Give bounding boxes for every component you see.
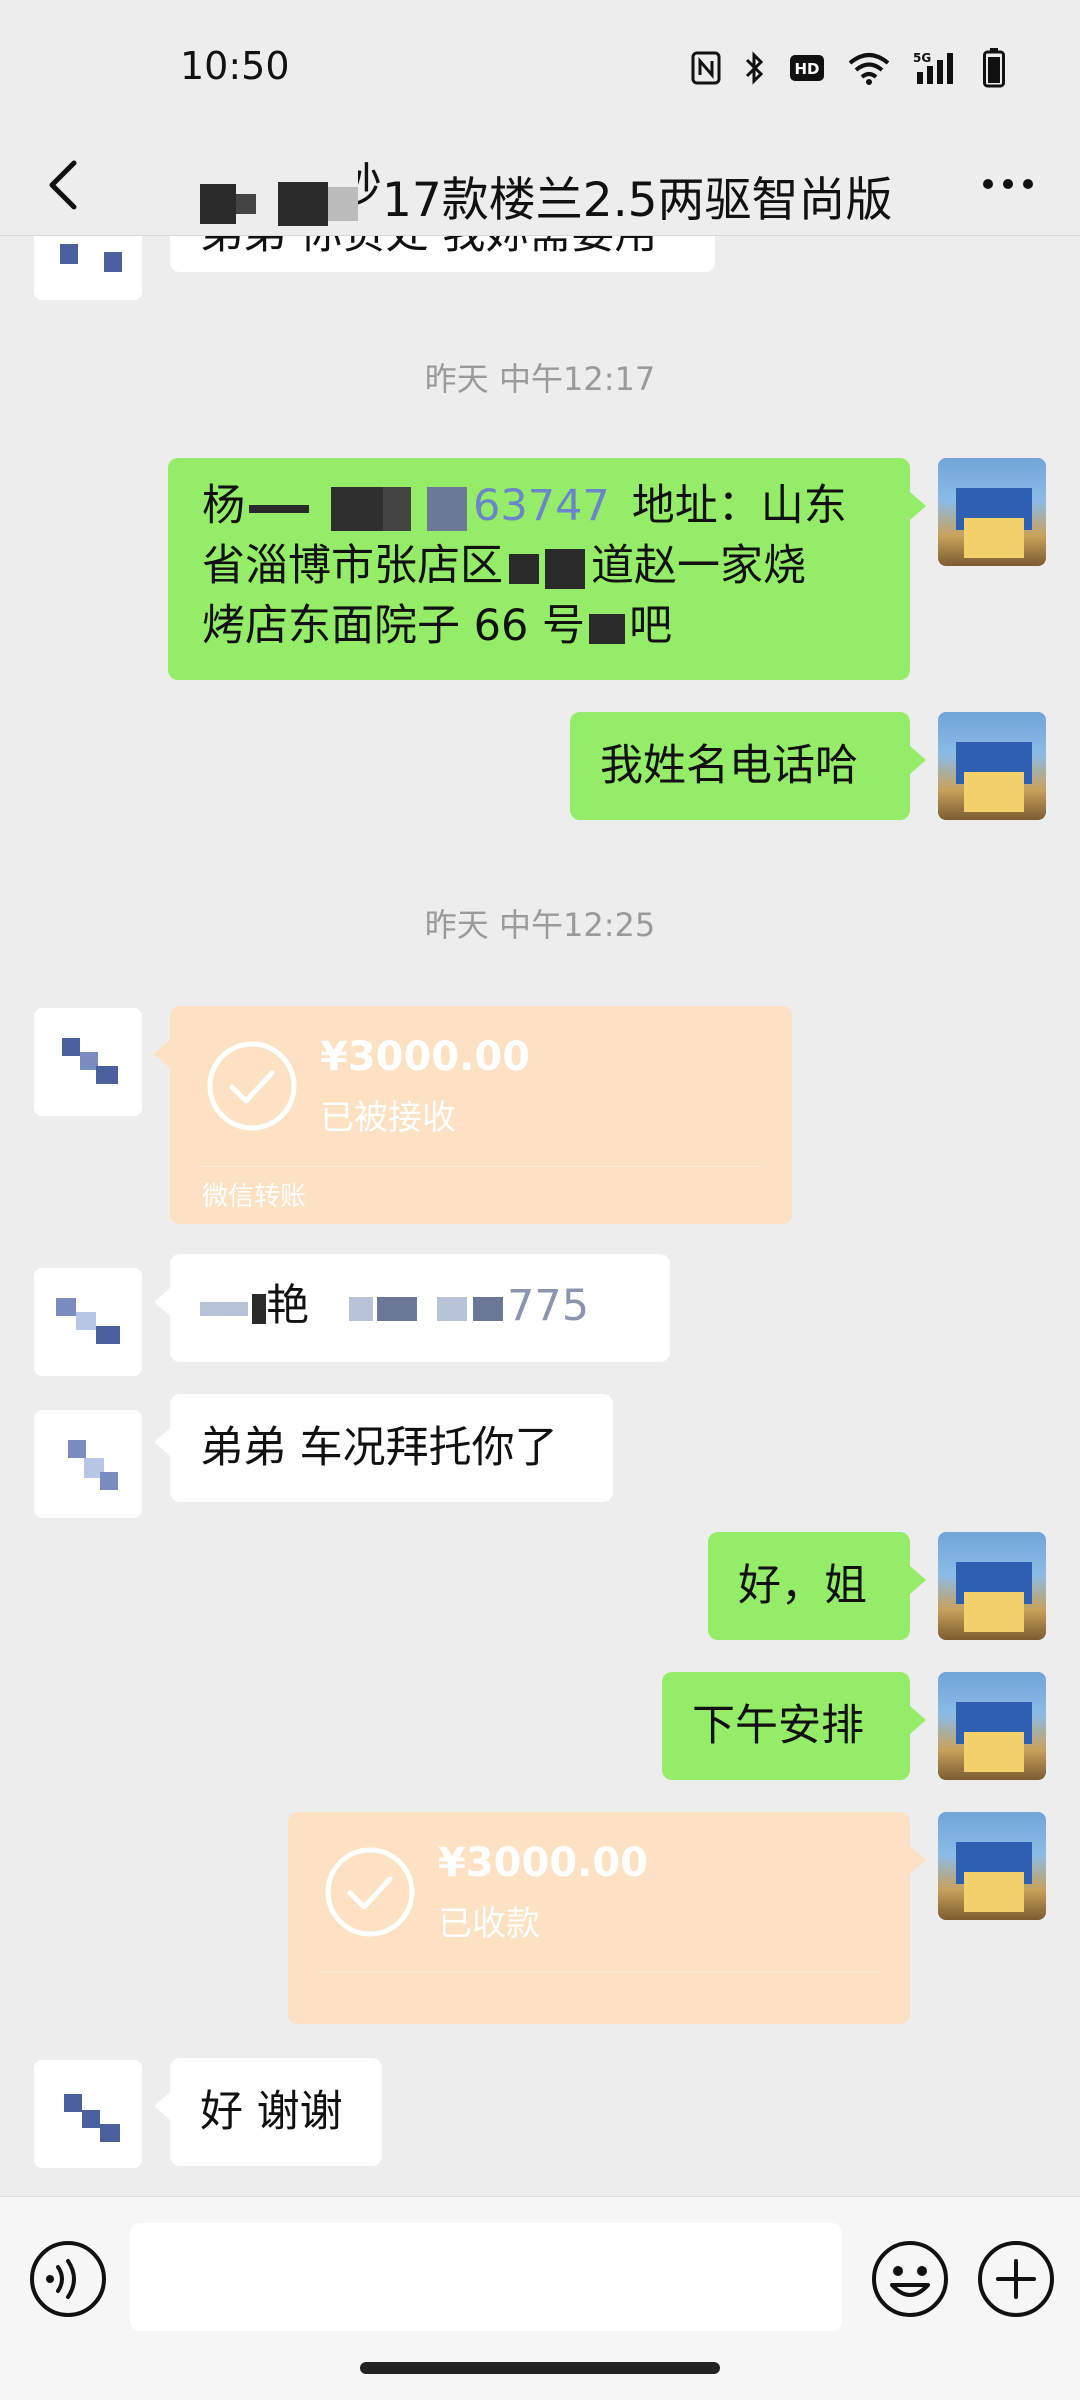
message-text: 省淄博市张店区 道赵一家烧 [202,536,876,596]
bluetooth-icon [745,51,764,85]
peer-avatar[interactable] [34,1268,142,1376]
timestamp: 昨天 中午12:25 [424,906,656,944]
redacted-block [509,553,539,584]
transfer-status: 已收款 [438,1904,540,1944]
status-icons: HD 5G [691,48,1005,88]
title-partial-char: 秒 [358,159,382,214]
self-avatar[interactable] [938,712,1046,820]
message-input[interactable] [130,2223,842,2331]
message-text-segment: 63747 [473,481,610,531]
message-text: 杨 63747 地址：山东 [202,476,876,536]
status-bar: 10:50 HD 5G [0,0,1080,135]
hd-label: HD [794,60,819,78]
status-time: 10:50 [180,44,290,88]
message-bubble-outgoing[interactable]: 杨 63747 地址：山东 省淄博市张店区 道赵一家烧 烤店东面院子 66 号吧 [168,458,926,680]
redacted-block [589,613,626,644]
redacted-block [427,486,467,531]
message-text: 烤店东面院子 66 号吧 [202,596,876,656]
message-text: 艳 775 [200,1272,640,1336]
timestamp: 昨天 中午12:17 [424,360,656,398]
transfer-divider [318,1972,880,1973]
home-indicator[interactable] [360,2362,720,2374]
message-bubble-outgoing[interactable]: 下午安排 [662,1672,926,1780]
message-bubble-incoming[interactable]: 弟弟 车况拜托你了 [154,1394,613,1502]
redacted-block [473,1296,503,1321]
message-bubble-outgoing[interactable]: 好，姐 [708,1532,926,1640]
message-bubble-incoming[interactable]: 弟弟 你负处 我妳需要用 [170,236,715,272]
peer-avatar[interactable] [34,1410,142,1518]
message-text: 弟弟 车况拜托你了 [200,1423,558,1473]
redacted-block [545,548,585,589]
peer-avatar[interactable] [34,236,142,300]
5g-signal-icon: 5G [913,51,953,84]
message-text-segment: 775 [507,1281,590,1331]
message-text-segment: 道赵一家烧 [591,541,806,591]
chat-title: 秒17款楼兰2.5两驱智尚版 [200,147,893,230]
transfer-card-outgoing[interactable]: ¥3000.00 已收款 [288,1812,926,2024]
redacted-block [437,1296,467,1321]
voice-icon[interactable] [28,2239,108,2319]
redacted-block [377,1296,417,1321]
message-text-segment: 杨 [202,481,245,531]
self-avatar[interactable] [938,1672,1046,1780]
message-text: 我姓名电话哈 [600,741,858,791]
nfc-icon [691,51,721,85]
check-circle-icon [325,1847,415,1937]
chat-header: 秒17款楼兰2.5两驱智尚版 [0,135,1080,236]
message-text-segment: 吧 [629,601,673,651]
message-text: 好 谢谢 [200,2087,343,2137]
hd-icon: HD [790,55,824,81]
redacted-name-block [200,183,236,224]
message-bubble-outgoing[interactable]: 我姓名电话哈 [570,712,926,820]
message-text-segment: 地址：山东 [631,481,847,531]
network-label: 5G [913,51,931,65]
message-text: 下午安排 [692,1701,864,1751]
self-avatar[interactable] [938,1532,1046,1640]
plus-icon[interactable] [976,2239,1056,2319]
more-icon[interactable] [978,161,1038,207]
redacted-block [249,504,309,513]
redacted-block [383,486,411,531]
battery-icon [983,48,1005,88]
redacted-block [331,486,383,531]
message-bubble-incoming[interactable]: 艳 775 [154,1254,670,1362]
message-text: 好，姐 [738,1561,867,1611]
message-bubble-incoming[interactable]: 好 谢谢 [154,2058,382,2166]
transfer-footer: 微信转账 [202,1182,307,1212]
transfer-amount: ¥3000.00 [438,1840,649,1886]
message-text-segment: 省淄博市张店区 [202,541,503,591]
title-text: 17款楼兰2.5两驱智尚版 [382,173,893,228]
redacted-name-block [278,181,328,226]
message-text: 弟弟 你负处 我妳需要用 [200,236,685,264]
transfer-amount: ¥3000.00 [320,1034,531,1080]
redacted-block [349,1296,373,1321]
peer-avatar[interactable] [34,2060,142,2168]
check-circle-icon [207,1041,297,1131]
peer-avatar[interactable] [34,1008,142,1116]
wifi-icon [848,53,890,85]
transfer-card-incoming[interactable]: ¥3000.00 已被接收 微信转账 [154,1006,792,1224]
self-avatar[interactable] [938,458,1046,566]
back-icon[interactable] [40,159,90,211]
emoji-icon[interactable] [870,2239,950,2319]
redacted-name-block [328,186,358,221]
self-avatar[interactable] [938,1812,1046,1920]
transfer-divider [200,1166,762,1167]
redacted-block [200,1301,248,1316]
redacted-name-block [236,193,256,214]
transfer-status: 已被接收 [320,1098,456,1138]
wechat-chat-screen: 10:50 HD 5G 秒17款楼兰2.5两驱智尚版 昨天 中午12:17 杨 … [0,0,1080,2400]
redacted-block [252,1293,266,1324]
message-text-segment: 艳 [266,1281,309,1331]
message-list[interactable]: 弟弟 你负处 我妳需要用 昨天 中午12:17 杨 63747 地址：山东 省淄博市… [0,236,1080,2196]
message-text-segment: 烤店东面院子 66 号 [202,601,586,651]
